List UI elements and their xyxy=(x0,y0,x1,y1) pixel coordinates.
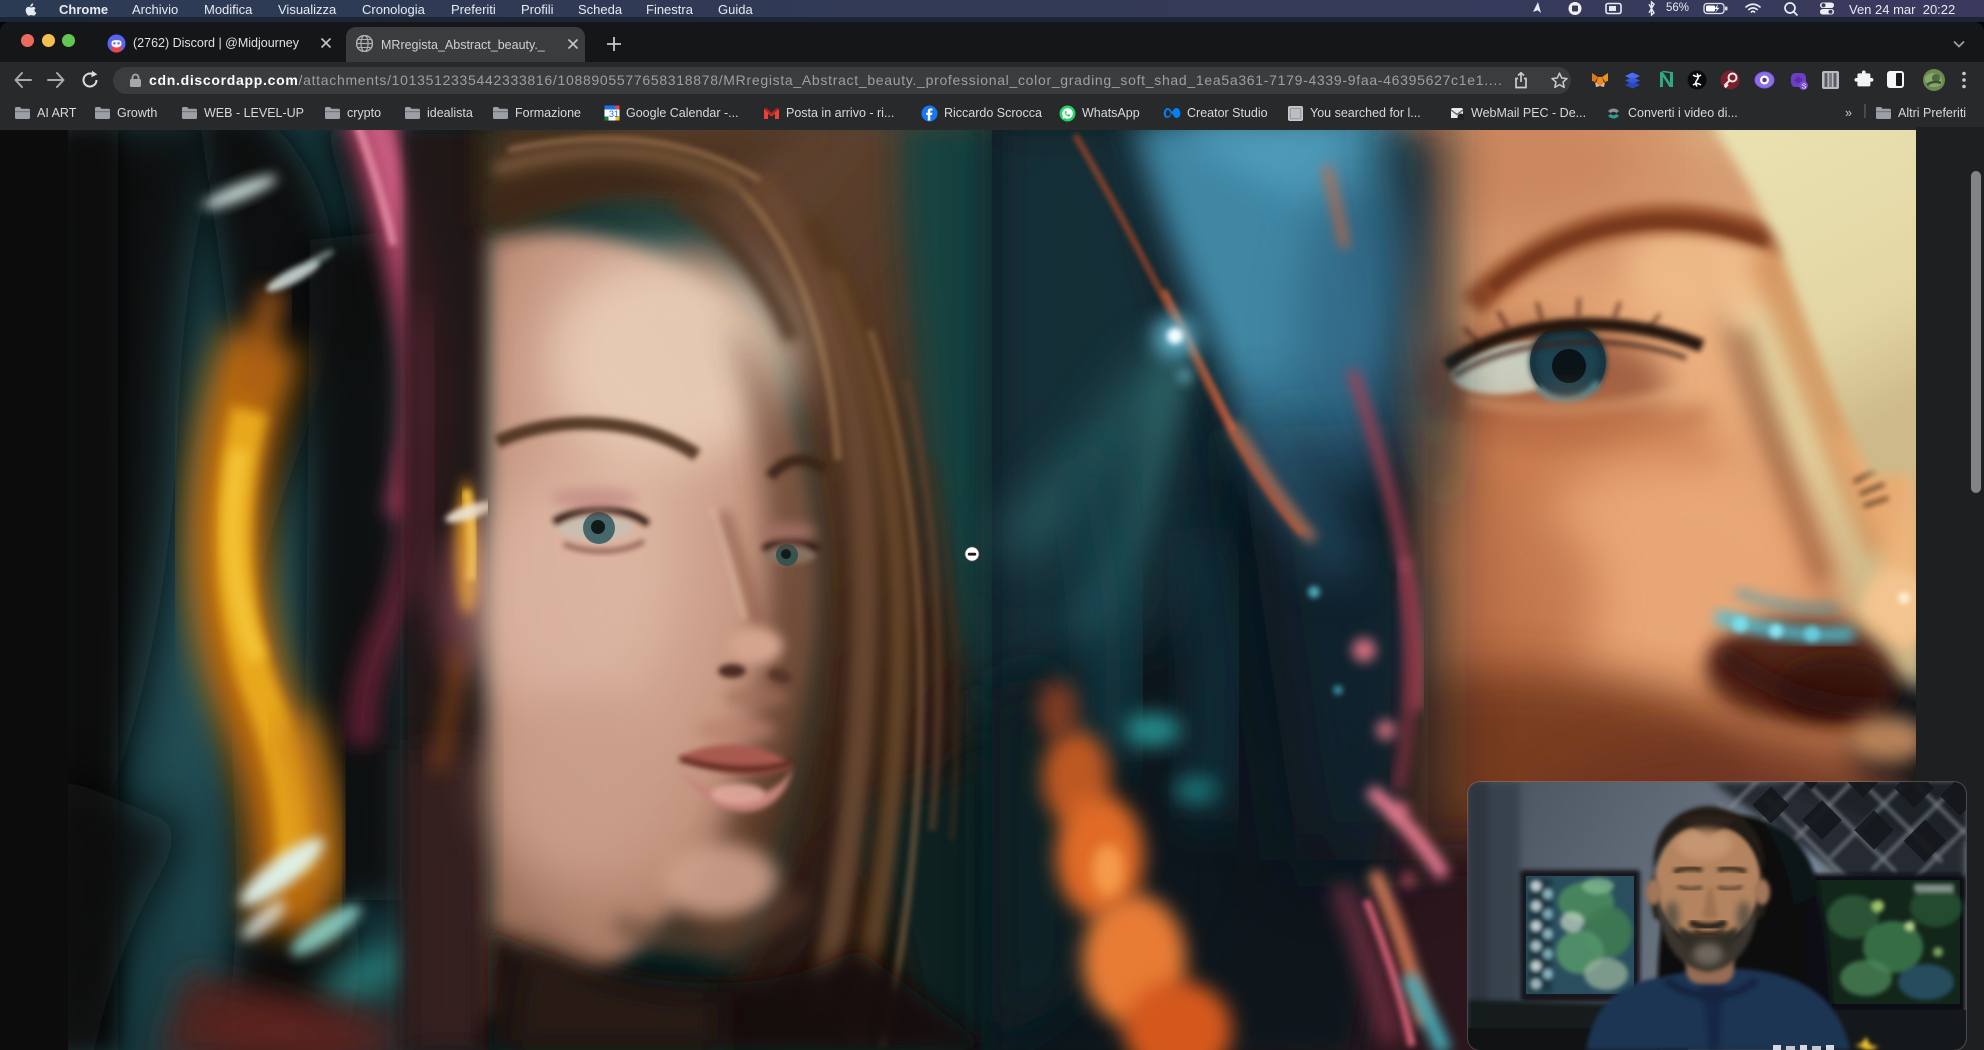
svg-text:31: 31 xyxy=(609,109,619,119)
svg-text:S: S xyxy=(1802,84,1807,91)
